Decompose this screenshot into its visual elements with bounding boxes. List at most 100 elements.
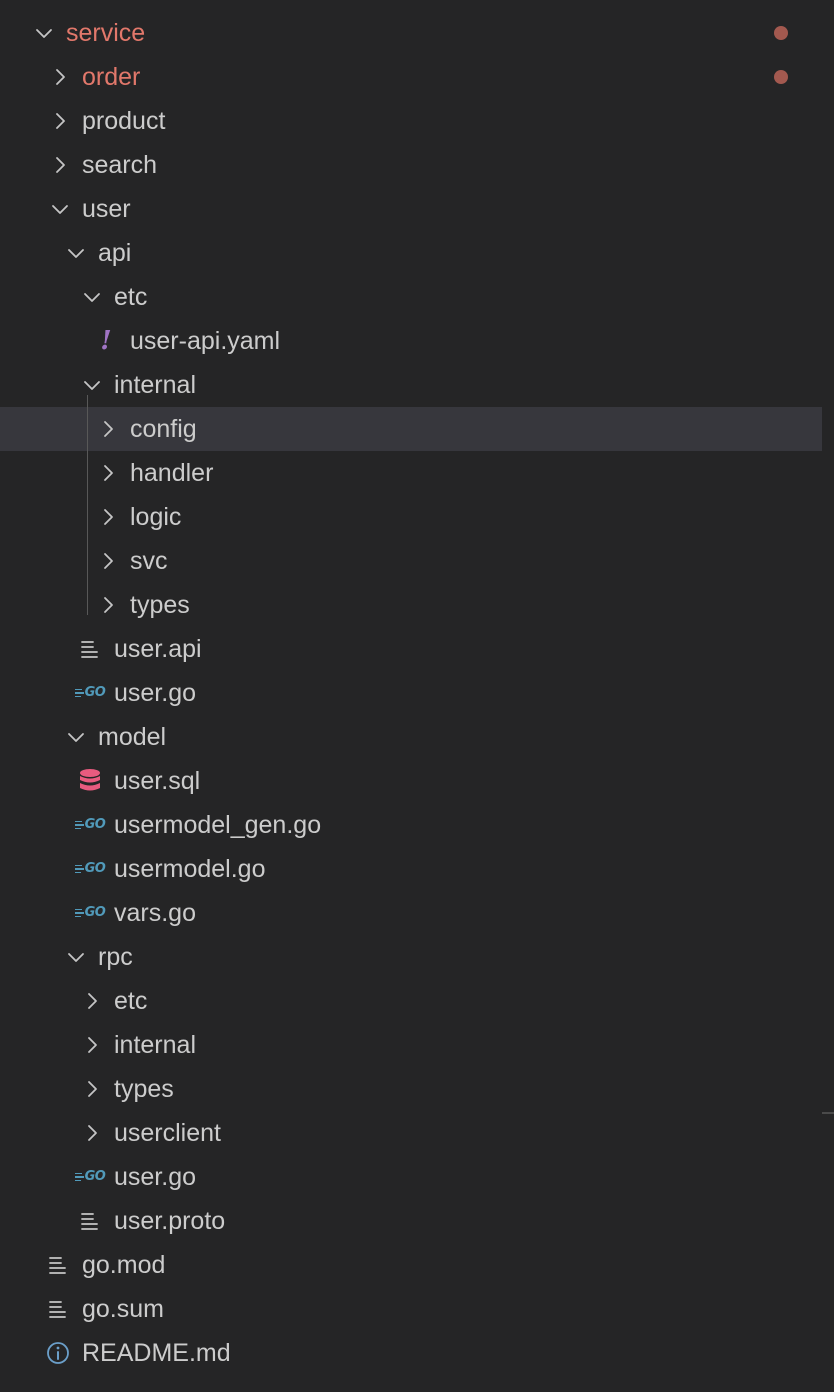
folder-row-etc[interactable]: etc — [0, 275, 822, 319]
chevron-down-icon[interactable] — [80, 275, 104, 319]
folder-row-user[interactable]: user — [0, 187, 822, 231]
chevron-down-icon[interactable] — [48, 187, 72, 231]
go-icon-glyph: GO — [84, 685, 106, 700]
folder-row-userclient[interactable]: userclient — [0, 1111, 822, 1155]
file-row-usermodel-go[interactable]: GO usermodel.go — [0, 847, 822, 891]
folder-row-logic[interactable]: logic — [0, 495, 822, 539]
go-icon: GO — [70, 1155, 110, 1199]
tree-item-label: search — [82, 151, 158, 179]
chevron-right-icon[interactable] — [48, 99, 72, 143]
folder-row-service[interactable]: service — [0, 11, 822, 55]
tree-item-label: logic — [130, 503, 182, 531]
chevron-right-icon[interactable] — [80, 1023, 104, 1067]
tree-item-label: vars.go — [114, 899, 196, 927]
go-icon: GO — [70, 803, 110, 847]
chevron-right-icon[interactable] — [80, 1111, 104, 1155]
tree-item-label: svc — [130, 547, 168, 575]
folder-row-model[interactable]: model — [0, 715, 822, 759]
tree-item-label: rpc — [98, 943, 133, 971]
tree-item-label: user.api — [114, 635, 202, 663]
text-file-icon — [38, 1243, 78, 1287]
scrollbar-edge[interactable] — [822, 1112, 834, 1114]
tree-item-label: types — [130, 591, 190, 619]
file-row-readme-md[interactable]: README.md — [0, 1331, 822, 1375]
tree-item-label: user.sql — [114, 767, 201, 795]
file-row-user-sql[interactable]: user.sql — [0, 759, 822, 803]
file-row-go-sum[interactable]: go.sum — [0, 1287, 822, 1331]
modified-indicator-dot — [774, 70, 788, 84]
chevron-right-icon[interactable] — [96, 407, 120, 451]
database-icon — [70, 759, 110, 803]
file-row-user-proto[interactable]: user.proto — [0, 1199, 822, 1243]
folder-row-api[interactable]: api — [0, 231, 822, 275]
file-row-user-go[interactable]: GO user.go — [0, 671, 822, 715]
modified-indicator-dot — [774, 26, 788, 40]
chevron-down-icon[interactable] — [32, 11, 56, 55]
tree-item-label: user-api.yaml — [130, 327, 281, 355]
folder-row-internal[interactable]: internal — [0, 363, 822, 407]
tree-item-label: usermodel.go — [114, 855, 266, 883]
folder-row-svc[interactable]: svc — [0, 539, 822, 583]
file-row-go-mod[interactable]: go.mod — [0, 1243, 822, 1287]
file-row-user-api-yaml[interactable]: ! user-api.yaml — [0, 319, 822, 363]
go-icon: GO — [70, 847, 110, 891]
go-icon-glyph: GO — [84, 817, 106, 832]
chevron-right-icon[interactable] — [48, 143, 72, 187]
tree-item-label: user.go — [114, 1163, 197, 1191]
folder-row-order[interactable]: order — [0, 55, 822, 99]
chevron-right-icon[interactable] — [96, 451, 120, 495]
go-icon-glyph: GO — [84, 905, 106, 920]
chevron-right-icon[interactable] — [96, 583, 120, 627]
tree-item-label: config — [130, 415, 197, 443]
go-icon: GO — [70, 671, 110, 715]
chevron-right-icon[interactable] — [80, 1067, 104, 1111]
file-row-user-api[interactable]: user.api — [0, 627, 822, 671]
file-row-user-go[interactable]: GO user.go — [0, 1155, 822, 1199]
tree-item-label: README.md — [82, 1339, 231, 1367]
go-icon: GO — [70, 891, 110, 935]
go-icon-glyph: GO — [84, 1169, 106, 1184]
tree-item-label: internal — [114, 1031, 196, 1059]
tree-item-label: model — [98, 723, 167, 751]
text-file-icon — [70, 627, 110, 671]
chevron-down-icon[interactable] — [64, 231, 88, 275]
folder-row-types[interactable]: types — [0, 583, 822, 627]
tree-item-label: internal — [114, 371, 196, 399]
folder-row-product[interactable]: product — [0, 99, 822, 143]
tree-item-label: userclient — [114, 1119, 221, 1147]
chevron-down-icon[interactable] — [80, 363, 104, 407]
folder-row-config[interactable]: config — [0, 407, 822, 451]
chevron-down-icon[interactable] — [64, 715, 88, 759]
tree-item-label: handler — [130, 459, 214, 487]
tree-item-label: user.proto — [114, 1207, 226, 1235]
go-icon-glyph: GO — [84, 861, 106, 876]
folder-row-internal[interactable]: internal — [0, 1023, 822, 1067]
folder-row-handler[interactable]: handler — [0, 451, 822, 495]
yaml-icon-glyph: ! — [100, 326, 112, 356]
chevron-right-icon[interactable] — [96, 539, 120, 583]
folder-row-search[interactable]: search — [0, 143, 822, 187]
tree-item-label: user — [82, 195, 131, 223]
file-row-vars-go[interactable]: GO vars.go — [0, 891, 822, 935]
tree-item-label: user.go — [114, 679, 197, 707]
chevron-right-icon[interactable] — [48, 55, 72, 99]
tree-item-label: usermodel_gen.go — [114, 811, 322, 839]
tree-item-label: etc — [114, 987, 148, 1015]
tree-item-label: types — [114, 1075, 174, 1103]
chevron-right-icon[interactable] — [80, 979, 104, 1023]
folder-row-etc[interactable]: etc — [0, 979, 822, 1023]
yaml-icon: ! — [86, 319, 126, 363]
tree-item-label: product — [82, 107, 166, 135]
file-row-usermodel-gen-go[interactable]: GO usermodel_gen.go — [0, 803, 822, 847]
tree-item-label: go.mod — [82, 1251, 166, 1279]
tree-item-label: go.sum — [82, 1295, 164, 1323]
folder-row-types[interactable]: types — [0, 1067, 822, 1111]
chevron-right-icon[interactable] — [96, 495, 120, 539]
tree-item-label: order — [82, 63, 141, 91]
tree-item-label: etc — [114, 283, 148, 311]
text-file-icon — [70, 1199, 110, 1243]
folder-row-rpc[interactable]: rpc — [0, 935, 822, 979]
chevron-down-icon[interactable] — [64, 935, 88, 979]
info-icon — [38, 1331, 78, 1375]
file-explorer-tree: service order product search user api etc! user… — [0, 11, 822, 1375]
